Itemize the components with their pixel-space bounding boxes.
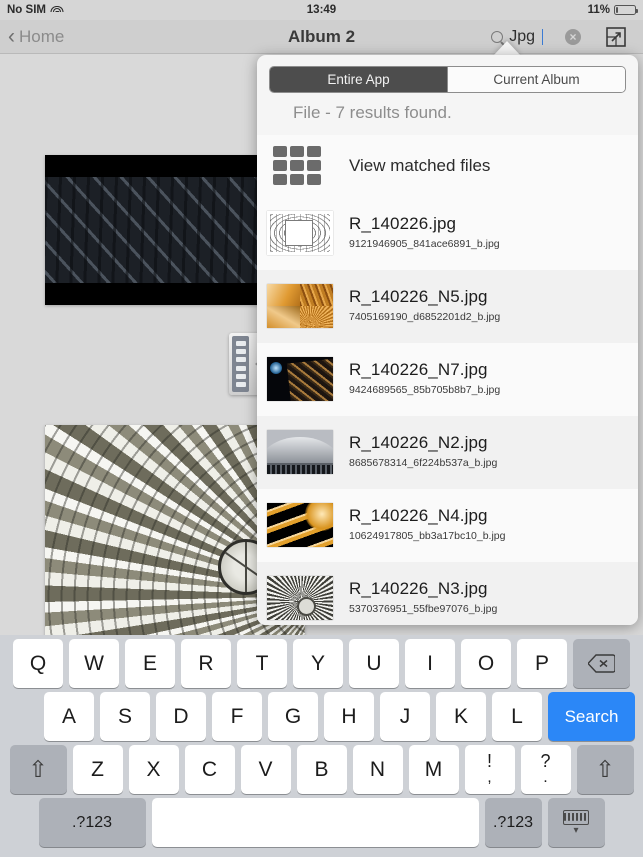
delete-key[interactable] [573, 639, 630, 688]
key-o[interactable]: O [461, 639, 511, 688]
page-title: Album 2 [287, 27, 356, 46]
key-n[interactable]: N [352, 745, 403, 794]
key-j[interactable]: J [380, 692, 430, 741]
key-l[interactable]: L [492, 692, 542, 741]
scope-segmented-control[interactable]: Entire App Current Album [269, 66, 626, 93]
grid-icon [273, 145, 325, 186]
key-m[interactable]: M [408, 745, 459, 794]
status-bar: No SIM 13:49 11% [0, 0, 643, 20]
view-matched-files-row[interactable]: View matched files [257, 135, 638, 197]
result-title: R_140226.jpg [349, 214, 457, 233]
orange-collage-thumb [267, 284, 333, 328]
expand-icon[interactable] [605, 26, 627, 48]
list-item[interactable]: R_140226_N7.jpg 9424689565_85b705b8b7_b.… [257, 343, 638, 416]
keyboard-row-3: ⇧ Z X C V B N M ! , ? . ⇧ [0, 745, 643, 794]
battery-percent-label: 11% [587, 4, 610, 16]
result-subtitle: 10624917805_bb3a17bc10_b.jpg [349, 530, 506, 542]
key-e[interactable]: E [125, 639, 175, 688]
punct-top: ! [486, 751, 492, 772]
list-item[interactable]: R_140226_N3.jpg 5370376951_55fbe97076_b.… [257, 562, 638, 625]
key-k[interactable]: K [436, 692, 486, 741]
result-subtitle: 8685678314_6f224b537a_b.jpg [349, 457, 498, 469]
search-key[interactable]: Search [548, 692, 635, 741]
numbers-key-left[interactable]: .?123 [38, 798, 146, 847]
key-exclaim-comma[interactable]: ! , [464, 745, 515, 794]
golden-curves-thumb [267, 503, 333, 547]
key-w[interactable]: W [69, 639, 119, 688]
blueprint-thumb [267, 211, 333, 255]
night-building-thumb [267, 357, 333, 401]
result-title: R_140226_N5.jpg [349, 287, 488, 306]
shift-key-right[interactable]: ⇧ [576, 745, 634, 794]
result-title: R_140226_N2.jpg [349, 433, 488, 452]
keyboard-row-4: .?123 .?123 ▾ [0, 798, 643, 847]
text-caret [542, 29, 543, 45]
navigation-bar: ‹ Home Album 2 Jpg × [0, 20, 643, 54]
key-question-period[interactable]: ? . [520, 745, 571, 794]
popover-arrow [493, 41, 521, 56]
key-g[interactable]: G [268, 692, 318, 741]
space-key[interactable] [151, 798, 479, 847]
station-roof-thumb [267, 430, 333, 474]
delete-key-icon [587, 654, 616, 673]
punct-bottom: , [487, 769, 492, 787]
radial-dome-thumb [267, 576, 333, 620]
key-v[interactable]: V [240, 745, 291, 794]
hide-keyboard-icon: ▾ [563, 809, 589, 836]
battery-icon [614, 5, 638, 15]
key-u[interactable]: U [349, 639, 399, 688]
list-item[interactable]: R_140226_N4.jpg 10624917805_bb3a17bc10_b… [257, 489, 638, 562]
list-item[interactable]: R_140226_N5.jpg 7405169190_d6852201d2_b.… [257, 270, 638, 343]
key-s[interactable]: S [100, 692, 150, 741]
shift-key-icon: ⇧ [28, 756, 48, 782]
shift-key-left[interactable]: ⇧ [9, 745, 67, 794]
key-p[interactable]: P [517, 639, 567, 688]
result-title: R_140226_N4.jpg [349, 506, 488, 525]
on-screen-keyboard[interactable]: Q W E R T Y U I O P A S D F G H J K L Se… [0, 635, 643, 857]
result-subtitle: 9121946905_841ace6891_b.jpg [349, 238, 500, 250]
key-d[interactable]: D [156, 692, 206, 741]
key-r[interactable]: R [181, 639, 231, 688]
key-z[interactable]: Z [72, 745, 123, 794]
segment-current-album[interactable]: Current Album [447, 67, 625, 92]
keyboard-row-1: Q W E R T Y U I O P [0, 639, 643, 688]
hide-keyboard-key[interactable]: ▾ [547, 798, 605, 847]
result-title: R_140226_N3.jpg [349, 579, 488, 598]
result-subtitle: 7405169190_d6852201d2_b.jpg [349, 311, 501, 323]
key-q[interactable]: Q [13, 639, 63, 688]
key-i[interactable]: I [405, 639, 455, 688]
punct-top: ? [540, 751, 551, 772]
status-bar-right: 11% [587, 4, 638, 16]
result-title: R_140226_N7.jpg [349, 360, 488, 379]
key-b[interactable]: B [296, 745, 347, 794]
segment-entire-app[interactable]: Entire App [270, 67, 447, 92]
results-list[interactable]: View matched files R_140226.jpg 91219469… [257, 135, 638, 625]
list-item[interactable]: R_140226.jpg 9121946905_841ace6891_b.jpg [257, 197, 638, 270]
key-f[interactable]: F [212, 692, 262, 741]
view-matched-files-label: View matched files [349, 155, 491, 175]
punct-bottom: . [543, 769, 548, 787]
result-subtitle: 9424689565_85b705b8b7_b.jpg [349, 384, 501, 396]
result-subtitle: 5370376951_55fbe97076_b.jpg [349, 603, 498, 615]
numbers-key-right[interactable]: .?123 [484, 798, 542, 847]
key-c[interactable]: C [184, 745, 235, 794]
results-header: File - 7 results found. [293, 103, 452, 122]
key-x[interactable]: X [128, 745, 179, 794]
key-y[interactable]: Y [293, 639, 343, 688]
search-results-popover[interactable]: Entire App Current Album File - 7 result… [257, 55, 638, 625]
clock-label: 13:49 [306, 4, 337, 16]
shift-key-icon: ⇧ [595, 756, 615, 782]
key-a[interactable]: A [44, 692, 94, 741]
clear-search-button[interactable]: × [565, 28, 581, 45]
key-h[interactable]: H [324, 692, 374, 741]
key-t[interactable]: T [237, 639, 287, 688]
list-item[interactable]: R_140226_N2.jpg 8685678314_6f224b537a_b.… [257, 416, 638, 489]
keyboard-row-2: A S D F G H J K L Search [36, 692, 643, 741]
